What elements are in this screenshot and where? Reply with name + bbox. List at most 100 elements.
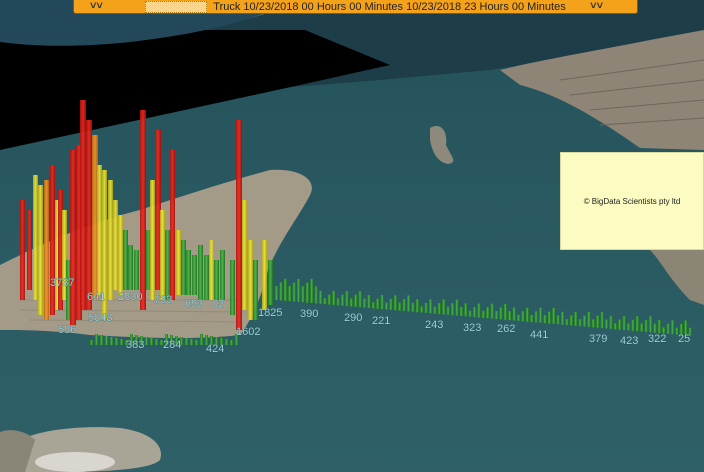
traffic-bar	[279, 282, 283, 301]
volume-label: 390	[300, 308, 318, 320]
traffic-bar	[145, 337, 148, 345]
traffic-bar	[242, 200, 247, 310]
traffic-bar	[170, 150, 175, 300]
header-title: Truck 10/23/2018 00 Hours 00 Minutes 10/…	[213, 0, 566, 13]
traffic-bar	[214, 260, 219, 300]
traffic-bar	[578, 319, 582, 327]
traffic-bar	[230, 260, 235, 315]
traffic-bar	[574, 311, 578, 326]
double-chevron-down-icon[interactable]: ˅˅	[590, 0, 603, 13]
traffic-bar	[503, 303, 507, 320]
vehicle-type-field[interactable]	[145, 0, 208, 13]
traffic-bar	[220, 250, 225, 300]
traffic-bar	[185, 338, 188, 345]
traffic-bar	[288, 286, 292, 302]
volume-label: 641	[87, 291, 105, 303]
traffic-bar	[481, 310, 485, 318]
volume-label: 221	[372, 315, 390, 327]
traffic-bar	[411, 302, 415, 312]
traffic-bar	[160, 210, 165, 300]
traffic-bar	[367, 295, 371, 308]
traffic-bar	[407, 295, 410, 312]
traffic-bar	[490, 303, 494, 319]
traffic-bar	[609, 315, 613, 329]
traffic-bar	[97, 165, 102, 295]
traffic-bar	[376, 298, 380, 309]
traffic-bar	[275, 286, 278, 300]
traffic-bar	[583, 315, 586, 327]
traffic-bar	[248, 240, 253, 320]
traffic-bar	[123, 230, 128, 290]
traffic-bar	[204, 255, 209, 300]
traffic-bar	[90, 340, 93, 345]
traffic-bar	[429, 299, 432, 314]
volume-label: 2830	[118, 291, 142, 303]
traffic-bar	[305, 282, 309, 303]
traffic-bar	[323, 298, 327, 305]
traffic-bar	[283, 278, 287, 301]
traffic-bar	[613, 323, 617, 330]
south-structure	[35, 452, 115, 472]
traffic-bar	[50, 165, 55, 315]
traffic-bar	[349, 298, 353, 307]
traffic-bar	[477, 303, 481, 318]
traffic-bar	[150, 180, 155, 300]
volume-label: 596	[58, 324, 76, 336]
traffic-bar	[128, 245, 133, 290]
traffic-bar	[495, 311, 498, 319]
traffic-bar	[565, 319, 569, 326]
traffic-bar	[268, 260, 273, 305]
traffic-bar	[385, 302, 388, 310]
traffic-bar	[552, 307, 556, 324]
volume-label: 423	[620, 335, 638, 347]
traffic-bar	[120, 339, 123, 345]
traffic-bar	[587, 312, 591, 327]
volume-label: 1602	[236, 326, 260, 338]
traffic-bar	[600, 312, 604, 329]
traffic-bar	[451, 303, 454, 316]
traffic-bar	[424, 302, 428, 313]
traffic-bar	[442, 299, 446, 315]
traffic-bar	[190, 339, 193, 345]
traffic-bar	[653, 323, 657, 333]
traffic-bar	[198, 245, 203, 300]
copyright-panel: © BigData Scientists pty ltd	[560, 152, 704, 250]
volume-label: 3737	[50, 277, 74, 289]
traffic-bar	[33, 175, 38, 300]
traffic-bar	[27, 210, 32, 290]
traffic-bar	[666, 323, 670, 334]
traffic-bar	[38, 185, 43, 315]
traffic-bar	[150, 338, 153, 345]
traffic-bar	[209, 240, 214, 300]
volume-label: 322	[648, 333, 666, 345]
traffic-bar	[108, 180, 113, 300]
traffic-bar	[635, 316, 639, 332]
volume-label: 323	[463, 322, 481, 334]
volume-label: 262	[497, 323, 515, 335]
traffic-bar	[596, 315, 600, 328]
traffic-bar	[499, 307, 503, 320]
traffic-bar	[140, 110, 146, 310]
traffic-bar	[336, 298, 340, 306]
volume-label: 383	[126, 339, 144, 351]
traffic-bar	[310, 279, 314, 303]
traffic-bar	[380, 295, 384, 310]
traffic-bar	[437, 303, 441, 315]
traffic-bar	[464, 303, 468, 317]
traffic-bar	[521, 311, 525, 322]
traffic-bar	[618, 319, 622, 330]
double-chevron-down-icon[interactable]: ˅˅	[90, 0, 103, 13]
volume-label: 25	[678, 333, 690, 345]
traffic-bar	[671, 320, 674, 335]
volume-label: 733	[154, 294, 172, 306]
volume-label: 03	[212, 298, 224, 310]
traffic-bar	[186, 250, 191, 295]
traffic-bar	[605, 319, 608, 329]
traffic-bar	[134, 250, 139, 290]
traffic-bar	[176, 230, 181, 295]
time-range-header[interactable]: ˅˅ Truck 10/23/2018 00 Hours 00 Minutes …	[73, 0, 638, 14]
traffic-bar	[44, 180, 49, 320]
traffic-bar	[341, 294, 344, 306]
volume-label: 693	[185, 298, 203, 310]
traffic-bar	[591, 319, 595, 328]
